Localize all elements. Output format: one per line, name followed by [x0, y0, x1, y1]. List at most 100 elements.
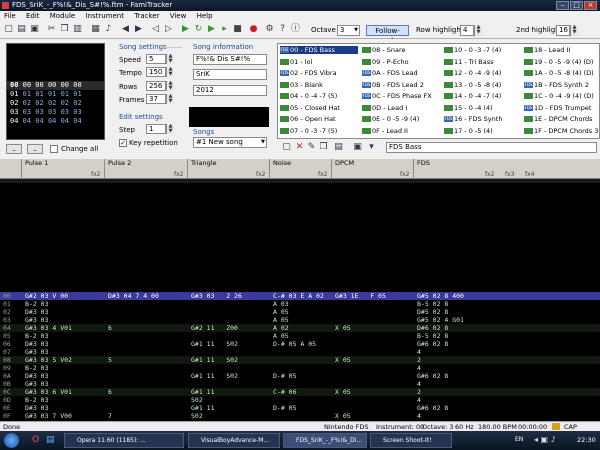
frames-spinner[interactable]: ▲ ▼ — [166, 94, 174, 104]
pattern-cell[interactable]: G#1 11 S02 — [191, 356, 238, 364]
instrument-item[interactable]: 1C - 0 -4 -9 (4) (D) — [524, 92, 599, 100]
instrument-item[interactable]: 04 - 0 -4 -7 (5) — [280, 92, 358, 100]
pattern-row[interactable]: 0B G#3 03 4 — [0, 380, 600, 388]
save-icon[interactable]: ▣ — [29, 24, 40, 35]
instrument-item[interactable]: FDS 02 - FDS Vibra — [280, 69, 358, 77]
pattern-cell[interactable]: A 02 — [273, 324, 289, 332]
pattern-cell[interactable]: G#3 03 4 V01 — [25, 324, 72, 332]
channel-header-dpcm[interactable]: DPCM fx2 — [331, 159, 413, 179]
maximize-button[interactable]: □ — [570, 1, 583, 10]
pattern-cell[interactable]: D#3 03 — [25, 372, 48, 380]
pattern-row[interactable]: 03 G#3 03 A 05 G#5 02 4 G01 — [0, 316, 600, 324]
instrument-item[interactable]: FDS 1D - FDS Trumpet — [524, 104, 599, 112]
instrument-item[interactable]: 08 - Snare — [362, 46, 440, 54]
play-icon[interactable]: ▶ — [180, 24, 191, 35]
pattern-cell[interactable]: G#3 1E F 05 — [335, 292, 386, 300]
menu-view[interactable]: View — [170, 12, 187, 20]
channel-header-pulse-2[interactable]: Pulse 2 fx2 — [104, 159, 187, 179]
song-name-input[interactable]: F%!& Dis S#!% — [193, 54, 267, 65]
pattern-row[interactable]: 00 G#2 03 V 00 D#3 04 7 4 00 G#3 03 2 26 C-#… — [0, 292, 600, 300]
instrument-name-input[interactable]: FDS Bass — [386, 142, 597, 153]
frame-remove-button[interactable]: – — [6, 144, 22, 154]
instrument-item[interactable]: 15 - 0 -4 (4) — [444, 104, 520, 112]
speed-spinner[interactable]: ▲ ▼ — [166, 54, 174, 64]
instrument-item[interactable]: 1A - 0 -5 -8 (4) (D) — [524, 69, 599, 77]
record-icon[interactable]: ● — [248, 24, 259, 35]
next-song-icon[interactable]: ▶ — [133, 24, 144, 35]
menu-help[interactable]: Help — [197, 12, 213, 20]
pattern-cell[interactable]: G#6 02 8 — [417, 340, 448, 348]
pattern-cell[interactable]: D#6 02 8 — [417, 324, 448, 332]
pattern-cell[interactable]: G#5 02 8 400 — [417, 292, 464, 300]
pattern-cell[interactable]: B-5 02 8 — [417, 332, 448, 340]
pattern-cell[interactable]: G#6 02 8 — [417, 372, 448, 380]
pattern-cell[interactable]: D-# 05 — [273, 404, 296, 412]
instrument-item[interactable]: 13 - 0 -5 -8 (4) — [444, 81, 520, 89]
instrument-item[interactable]: FDS 1B - FDS Synth 2 — [524, 81, 599, 89]
effect-column-toggle[interactable]: fx2 — [400, 171, 409, 178]
instrument-item[interactable]: FDS 0A - FDS Lead — [362, 69, 440, 77]
load-instrument-icon[interactable]: ▤ — [333, 142, 344, 153]
pattern-cell[interactable]: G#6 02 8 — [417, 404, 448, 412]
second-highlight-input[interactable]: 16 — [556, 25, 570, 36]
pattern-cell[interactable]: G#3 03 7 V00 — [25, 412, 72, 420]
instrument-item[interactable]: 10 - 0 -3 -7 (4) — [444, 46, 520, 54]
frame-add-button[interactable]: – — [27, 144, 43, 154]
tempo-spinner[interactable]: ▲ ▼ — [166, 67, 174, 77]
step-input[interactable]: 1 — [146, 124, 166, 134]
effect-column-toggle[interactable]: fx2 — [256, 171, 265, 178]
start-button[interactable] — [4, 433, 19, 448]
task-screen-shoot-it[interactable]: Screen Shoot-It! — [370, 433, 452, 448]
pattern-cell[interactable]: C-# 03 E A 02 — [273, 292, 324, 300]
pattern-cell[interactable]: A 03 — [273, 300, 289, 308]
pattern-row[interactable]: 0D B-2 03 S02 4 — [0, 396, 600, 404]
instrument-item[interactable]: 12 - 0 -4 -9 (4) — [444, 69, 520, 77]
play-loop-icon[interactable]: ↻ — [193, 24, 204, 35]
instrument-item[interactable]: FDS 00 - FDS Bass — [280, 46, 358, 54]
module-icon[interactable]: ▦ — [90, 24, 101, 35]
pattern-cell[interactable]: D-# 05 — [273, 372, 296, 380]
effect-column-toggle[interactable]: fx4 — [525, 171, 534, 178]
pattern-row[interactable]: 0A D#3 03 G#1 11 S02 D-# 05 G#6 02 8 — [0, 372, 600, 380]
effect-column-toggle[interactable]: fx2 — [485, 171, 494, 178]
pattern-row[interactable]: 04 G#3 03 4 V01 6 G#2 11 Z00 A 02 X 05 D#6 02 … — [0, 324, 600, 332]
pattern-cell[interactable]: B-2 03 — [25, 332, 48, 340]
pattern-cell[interactable]: B-5 02 8 — [417, 300, 448, 308]
pattern-cell[interactable]: 5 — [108, 356, 112, 364]
pattern-cell[interactable]: 4 — [417, 412, 421, 420]
pattern-cell[interactable]: G#2 03 V 00 — [25, 292, 68, 300]
prev-frame-icon[interactable]: ◁ — [150, 24, 161, 35]
pattern-cell[interactable]: B-2 03 — [25, 396, 48, 404]
pattern-cell[interactable]: D#3 03 — [25, 308, 48, 316]
pattern-cell[interactable]: X 05 — [335, 324, 351, 332]
frame-row[interactable]: 02 02 02 02 02 02 — [7, 99, 104, 108]
copy-icon[interactable]: ❐ — [59, 24, 70, 35]
menu-module[interactable]: Module — [50, 12, 75, 20]
prev-song-icon[interactable]: ◀ — [120, 24, 131, 35]
pattern-cell[interactable]: B-2 03 — [25, 300, 48, 308]
pattern-cell[interactable]: D#3 03 — [25, 340, 48, 348]
effect-column-toggle[interactable]: fx2 — [91, 171, 100, 178]
frame-list[interactable]: 00 00 00 00 00 00 01 01 01 01 01 01 02 0… — [6, 43, 105, 140]
pattern-cell[interactable]: D-# 05 A 05 — [273, 340, 316, 348]
frame-row[interactable]: 01 01 01 01 01 01 — [7, 90, 104, 99]
pattern-cell[interactable]: 7 — [108, 412, 112, 420]
pattern-cell[interactable]: X 05 — [335, 388, 351, 396]
new-instrument-icon[interactable]: ▢ — [281, 142, 292, 153]
pattern-cell[interactable]: B-2 03 — [25, 364, 48, 372]
effect-column-toggle[interactable]: fx3 — [505, 171, 514, 178]
pattern-cell[interactable]: G#3 03 — [25, 348, 48, 356]
minimize-button[interactable]: – — [556, 1, 569, 10]
pattern-cell[interactable]: 4 — [417, 380, 421, 388]
song-artist-input[interactable]: SriK — [193, 69, 267, 80]
pattern-cell[interactable]: 6 — [108, 388, 112, 396]
task-visualboyadvance[interactable]: VisualBoyAdvance-M... — [188, 433, 280, 448]
pattern-row[interactable]: 02 D#3 03 A 05 D#5 02 8 — [0, 308, 600, 316]
instrument-item[interactable]: 0F - Lead II — [362, 127, 440, 135]
effect-column-toggle[interactable]: fx2 — [174, 171, 183, 178]
clone-instrument-icon[interactable]: ❐ — [318, 142, 329, 153]
next-frame-icon[interactable]: ▷ — [163, 24, 174, 35]
step-spinner[interactable]: ▲ ▼ — [166, 124, 174, 134]
frame-row[interactable]: 04 04 04 04 04 04 — [7, 117, 104, 126]
pattern-row[interactable]: 09 B-2 03 4 — [0, 364, 600, 372]
